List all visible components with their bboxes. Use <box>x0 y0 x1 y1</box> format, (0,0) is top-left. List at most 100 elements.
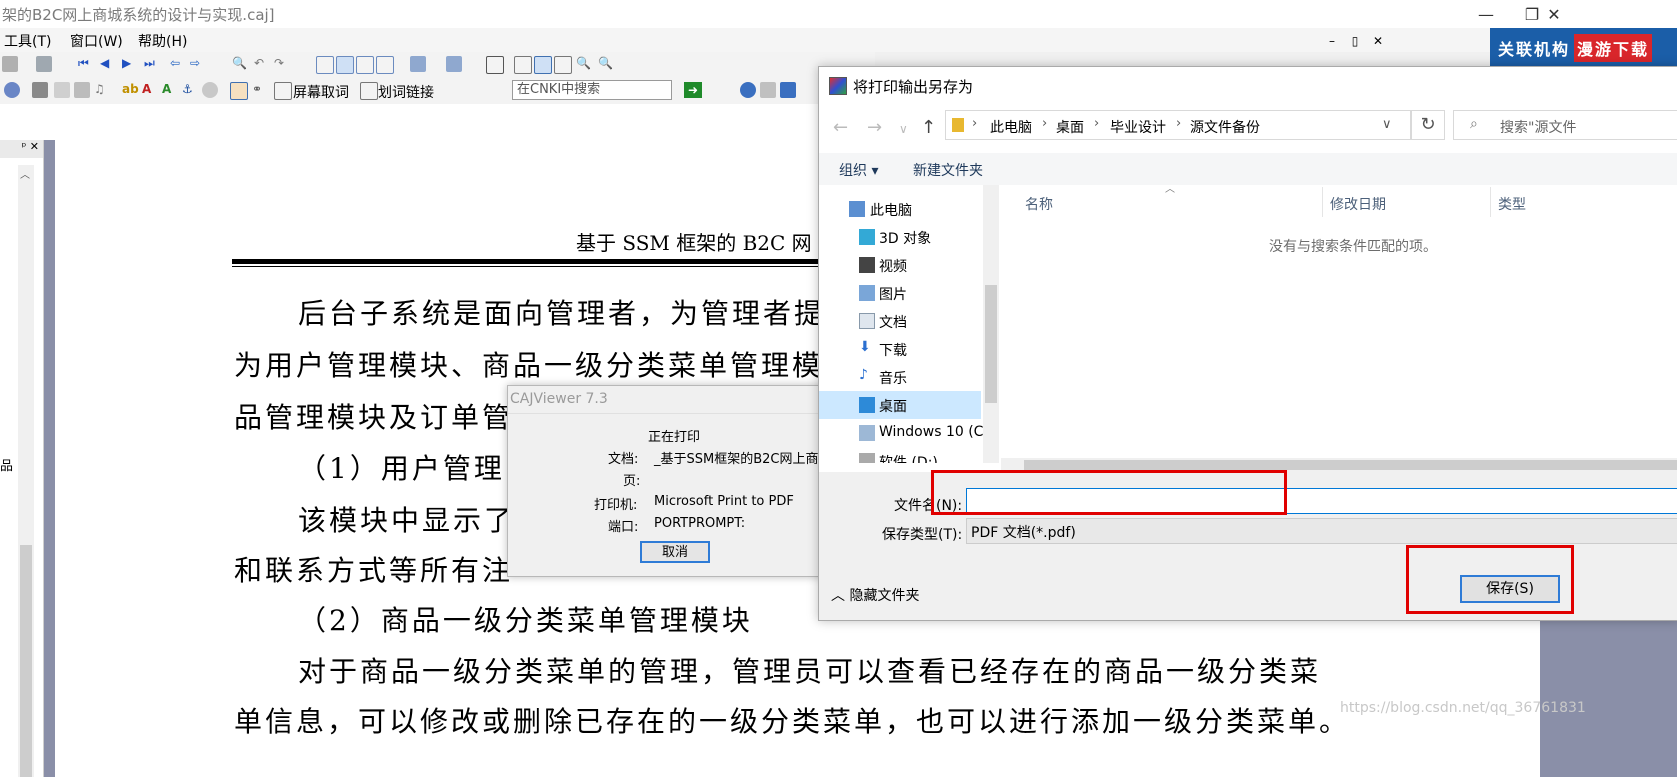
mdi-close-button[interactable]: ✕ <box>1367 32 1389 50</box>
text-select-icon[interactable] <box>230 82 248 100</box>
underline-icon[interactable]: A <box>162 82 178 98</box>
zoom-in-icon[interactable]: 🔍 <box>598 56 614 72</box>
doc-line: 为用户管理模块、商品一级分类菜单管理模 <box>234 349 824 382</box>
column-name[interactable]: 名称 <box>1025 194 1053 214</box>
word-link-label[interactable]: 划词链接 <box>378 82 434 102</box>
breadcrumb-this-pc[interactable]: 此电脑 <box>990 117 1032 137</box>
next-page-icon[interactable]: ▶ <box>122 56 138 72</box>
nav-item-drive-c[interactable]: Windows 10 (C <box>819 419 983 447</box>
banner-text: 关联机构 <box>1498 40 1571 59</box>
nav-scroll-thumb[interactable] <box>985 285 997 403</box>
snapshot-icon[interactable] <box>74 82 90 98</box>
undo-icon[interactable]: ↶ <box>254 56 270 72</box>
image-icon[interactable] <box>54 82 70 98</box>
mdi-minimize-button[interactable]: – <box>1321 32 1343 50</box>
dropdown-icon[interactable] <box>2 56 18 72</box>
nav-item-this-pc[interactable]: 此电脑 <box>819 195 981 223</box>
strikeout-icon[interactable]: A <box>142 82 158 98</box>
breadcrumb-desktop[interactable]: 桌面 <box>1056 117 1084 137</box>
link-icon[interactable]: ⚭ <box>252 82 268 98</box>
minimize-button[interactable]: — <box>1463 0 1509 28</box>
screen-capture-label[interactable]: 屏幕取词 <box>293 82 349 102</box>
globe-icon[interactable] <box>4 82 20 98</box>
find-icon[interactable]: 🔍 <box>232 56 248 72</box>
column-modified[interactable]: 修改日期 <box>1330 194 1386 214</box>
breadcrumb-backup[interactable]: 源文件备份 <box>1190 117 1260 137</box>
multi-page-icon[interactable] <box>376 56 394 74</box>
go-arrow-icon[interactable]: ➜ <box>684 82 702 98</box>
print-icon[interactable] <box>36 56 52 72</box>
chevron-right-icon[interactable]: › <box>972 116 977 131</box>
forward-arrow-icon[interactable]: → <box>867 117 882 138</box>
fullscreen-icon[interactable] <box>486 56 504 74</box>
file-list[interactable] <box>1001 185 1677 463</box>
continuous-page-icon[interactable] <box>336 56 354 74</box>
forward-icon[interactable]: ⇨ <box>190 56 206 72</box>
prev-page-icon[interactable]: ◀ <box>100 56 116 72</box>
first-page-icon[interactable]: ⏮ <box>78 56 94 72</box>
last-page-icon[interactable]: ⏭ <box>144 56 160 72</box>
search-doc-icon[interactable] <box>760 82 776 98</box>
edit-icon[interactable] <box>32 82 48 98</box>
cnki-search-input[interactable]: 在CNKI中搜索 <box>512 80 672 100</box>
chevron-right-icon[interactable]: › <box>1042 116 1047 131</box>
search-input[interactable]: ⌕ 搜索"源文件 <box>1453 110 1677 140</box>
actual-size-icon[interactable] <box>554 56 572 74</box>
new-folder-button[interactable]: 新建文件夹 <box>913 160 983 180</box>
column-divider[interactable] <box>1322 187 1323 217</box>
chevron-down-icon[interactable]: ∨ <box>1382 117 1392 132</box>
screen-capture-icon[interactable] <box>274 82 292 100</box>
cnki-banner[interactable]: 关联机构 漫游下载 <box>1490 28 1677 68</box>
panel-pin-close[interactable]: ᵖ ✕ <box>0 140 43 158</box>
refresh-button[interactable]: ↻ <box>1411 110 1445 140</box>
nav-item-documents[interactable]: 文档 <box>819 307 981 335</box>
fit-page-icon[interactable] <box>514 56 532 74</box>
facing-page-icon[interactable] <box>356 56 374 74</box>
column-type[interactable]: 类型 <box>1498 194 1526 214</box>
stamp-icon[interactable] <box>202 82 218 98</box>
horizontal-scroll-thumb[interactable] <box>1024 460 1677 470</box>
nav-item-downloads[interactable]: ⬇ 下载 <box>819 335 981 363</box>
nav-item-drive-d[interactable]: 软件 (D:) <box>819 447 981 463</box>
chevron-right-icon[interactable]: › <box>1094 116 1099 131</box>
nav-item-3d-objects[interactable]: 3D 对象 <box>819 223 981 251</box>
back-arrow-icon[interactable]: ← <box>833 117 848 138</box>
filetype-select[interactable]: PDF 文档(*.pdf) <box>966 518 1677 544</box>
scroll-up-icon[interactable]: ︿ <box>20 166 30 181</box>
column-divider[interactable] <box>1490 187 1491 217</box>
nav-item-desktop[interactable]: 桌面 <box>819 391 981 419</box>
cancel-print-button[interactable]: 取消 <box>640 541 710 563</box>
info-icon[interactable] <box>780 82 796 98</box>
menu-window[interactable]: 窗口(W) <box>70 31 123 51</box>
nav-item-videos[interactable]: 视频 <box>819 251 981 279</box>
menu-help[interactable]: 帮助(H) <box>138 31 187 51</box>
nav-item-music[interactable]: ♪ 音乐 <box>819 363 981 391</box>
nav-item-pictures[interactable]: 图片 <box>819 279 981 307</box>
back-icon[interactable]: ⇦ <box>170 56 186 72</box>
nav-label: 下载 <box>879 343 907 359</box>
zoom-out-icon[interactable]: 🔍 <box>576 56 592 72</box>
fit-width-icon[interactable] <box>534 56 552 74</box>
printer-value: Microsoft Print to PDF <box>654 494 794 509</box>
menu-tools[interactable]: 工具(T) <box>4 31 51 51</box>
highlight-icon[interactable]: ab <box>122 82 139 98</box>
breadcrumb-graduation[interactable]: 毕业设计 <box>1110 117 1166 137</box>
word-link-icon[interactable] <box>360 82 378 100</box>
select-icon[interactable] <box>446 56 462 72</box>
music-icon[interactable]: ♫ <box>94 82 110 98</box>
computer-icon <box>849 201 865 217</box>
chevron-right-icon[interactable]: › <box>1176 116 1181 131</box>
recent-chevron-icon[interactable]: ∨ <box>899 122 908 136</box>
anchor-icon[interactable]: ⚓ <box>182 82 198 98</box>
left-panel-scroll-thumb[interactable] <box>20 545 32 777</box>
hide-folders-toggle[interactable]: ︿ 隐藏文件夹 <box>831 585 919 605</box>
organize-button[interactable]: 组织 ▾ <box>839 160 878 180</box>
mdi-restore-button[interactable]: ▯ <box>1344 32 1366 50</box>
address-bar[interactable]: › 此电脑 › 桌面 › 毕业设计 › 源文件备份 ∨ <box>945 110 1411 140</box>
close-window-button[interactable]: ✕ <box>1531 0 1577 28</box>
single-page-icon[interactable] <box>316 56 334 74</box>
rotate-icon[interactable] <box>410 56 426 72</box>
help-icon[interactable] <box>740 82 756 98</box>
redo-icon[interactable]: ↷ <box>274 56 290 72</box>
up-arrow-icon[interactable]: ↑ <box>921 117 936 138</box>
